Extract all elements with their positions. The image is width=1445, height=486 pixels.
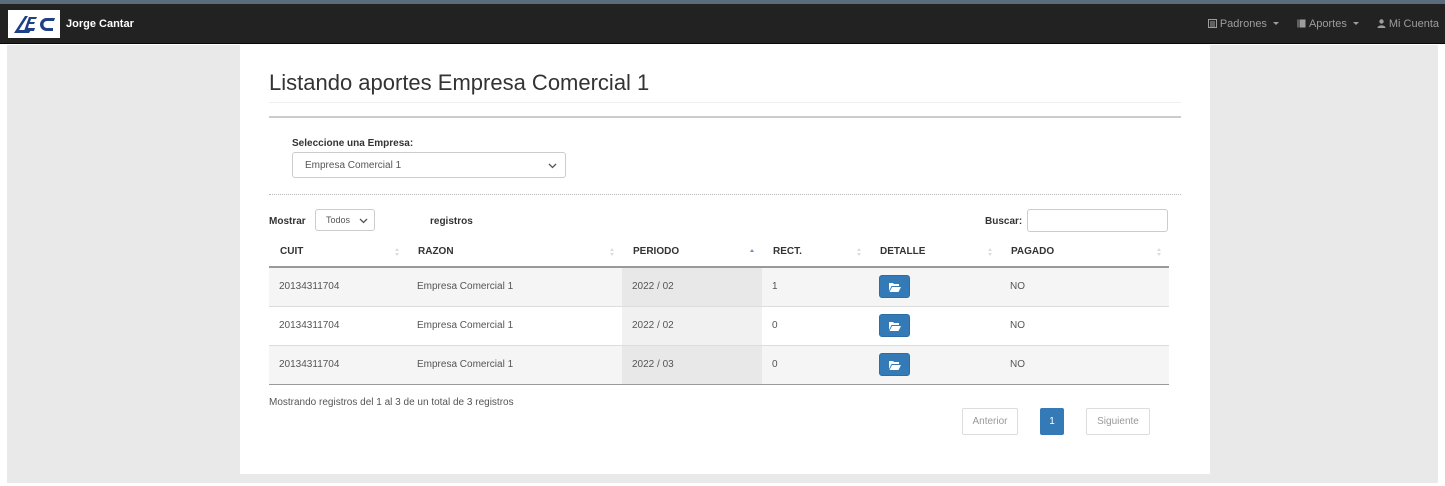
cell-pagado: NO [1000,344,1169,385]
cell-periodo: 2022 / 03 [622,344,762,385]
caret-down-icon [1272,22,1279,25]
search-input[interactable] [1027,209,1168,232]
detail-button[interactable] [879,353,910,376]
nav-menu: Padrones Aportes Mi Cuenta [1190,18,1445,30]
title-divider [269,102,1181,103]
sort-icon [610,248,614,256]
search-label: Buscar: [985,216,1023,227]
page-1-button[interactable]: 1 [1040,408,1064,435]
chevron-down-icon [548,163,557,169]
dotted-divider [269,194,1181,195]
cell-rect: 0 [762,344,869,385]
navbar: Jorge Cantar Padrones Aportes Mi Cuenta [0,4,1445,44]
cell-pagado: NO [1000,305,1169,345]
nav-aportes-label: Aportes [1308,17,1347,30]
caret-down-icon [1352,22,1359,25]
previous-page-button[interactable]: Anterior [962,408,1018,435]
sort-icon [395,248,399,256]
cell-razon: Empresa Comercial 1 [407,305,622,345]
detail-button[interactable] [879,314,910,337]
pagination: Anterior 1 Siguiente [962,408,1150,435]
nav-aportes[interactable]: Aportes [1297,18,1359,30]
table-row: 20134311704 Empresa Comercial 1 2022 / 0… [269,267,1169,306]
col-header-periodo[interactable]: PERIODO [622,237,762,268]
cell-razon: Empresa Comercial 1 [407,344,622,385]
empresa-selected-value: Empresa Comercial 1 [305,159,402,171]
sort-icon [1157,248,1161,256]
page-title: Listando aportes Empresa Comercial 1 [269,70,650,95]
folder-open-icon [888,321,901,331]
cell-razon: Empresa Comercial 1 [407,267,622,306]
user-name: Jorge Cantar [66,17,134,30]
chevron-down-icon [359,218,368,224]
cell-detalle [869,305,1000,345]
table-header-row: CUIT RAZON PERIODO RECT. DETALLE PAGADO [269,237,1169,268]
sort-icon [988,248,992,256]
next-page-button[interactable]: Siguiente [1086,408,1150,435]
user-icon [1377,19,1386,28]
table-row: 20134311704 Empresa Comercial 1 2022 / 0… [269,344,1169,385]
col-header-cuit[interactable]: CUIT [269,237,407,268]
page-length-select[interactable]: Todos [315,209,375,231]
records-label: registros [430,216,473,227]
cell-periodo: 2022 / 02 [622,267,762,306]
sort-asc-icon [750,249,754,252]
col-header-pagado[interactable]: PAGADO [1000,237,1169,268]
nav-mi-cuenta[interactable]: Mi Cuenta [1377,18,1439,30]
empresa-select[interactable]: Empresa Comercial 1 [292,152,566,178]
table-row: 20134311704 Empresa Comercial 1 2022 / 0… [269,305,1169,345]
book-icon [1297,19,1306,28]
folder-open-icon [888,282,901,292]
page-length-value: Todos [326,215,351,225]
cell-cuit: 20134311704 [269,267,407,306]
cell-detalle [869,344,1000,385]
empresa-label: Seleccione una Empresa: [292,138,414,149]
cell-cuit: 20134311704 [269,344,407,385]
nav-padrones-label: Padrones [1219,17,1267,30]
col-header-detalle[interactable]: DETALLE [869,237,1000,268]
nav-mi-cuenta-label: Mi Cuenta [1388,17,1439,30]
nav-padrones[interactable]: Padrones [1207,17,1279,30]
table-info: Mostrando registros del 1 al 3 de un tot… [269,397,514,408]
sec-logo[interactable] [8,9,60,38]
aportes-table: CUIT RAZON PERIODO RECT. DETALLE PAGADO … [269,237,1169,385]
sort-icon [857,248,861,256]
cell-cuit: 20134311704 [269,305,407,345]
detail-button[interactable] [879,275,910,299]
show-label: Mostrar [269,216,306,227]
col-header-razon[interactable]: RAZON [407,237,622,268]
folder-open-icon [888,360,901,370]
section-divider [269,116,1181,118]
cell-rect: 1 [762,267,869,306]
cell-pagado: NO [1000,267,1169,306]
cell-detalle [869,267,1000,306]
cell-periodo: 2022 / 02 [622,305,762,345]
cell-rect: 0 [762,305,869,345]
main-container: Listando aportes Empresa Comercial 1 Sel… [240,45,1210,474]
col-header-rect[interactable]: RECT. [762,237,869,268]
list-icon [1207,19,1217,28]
